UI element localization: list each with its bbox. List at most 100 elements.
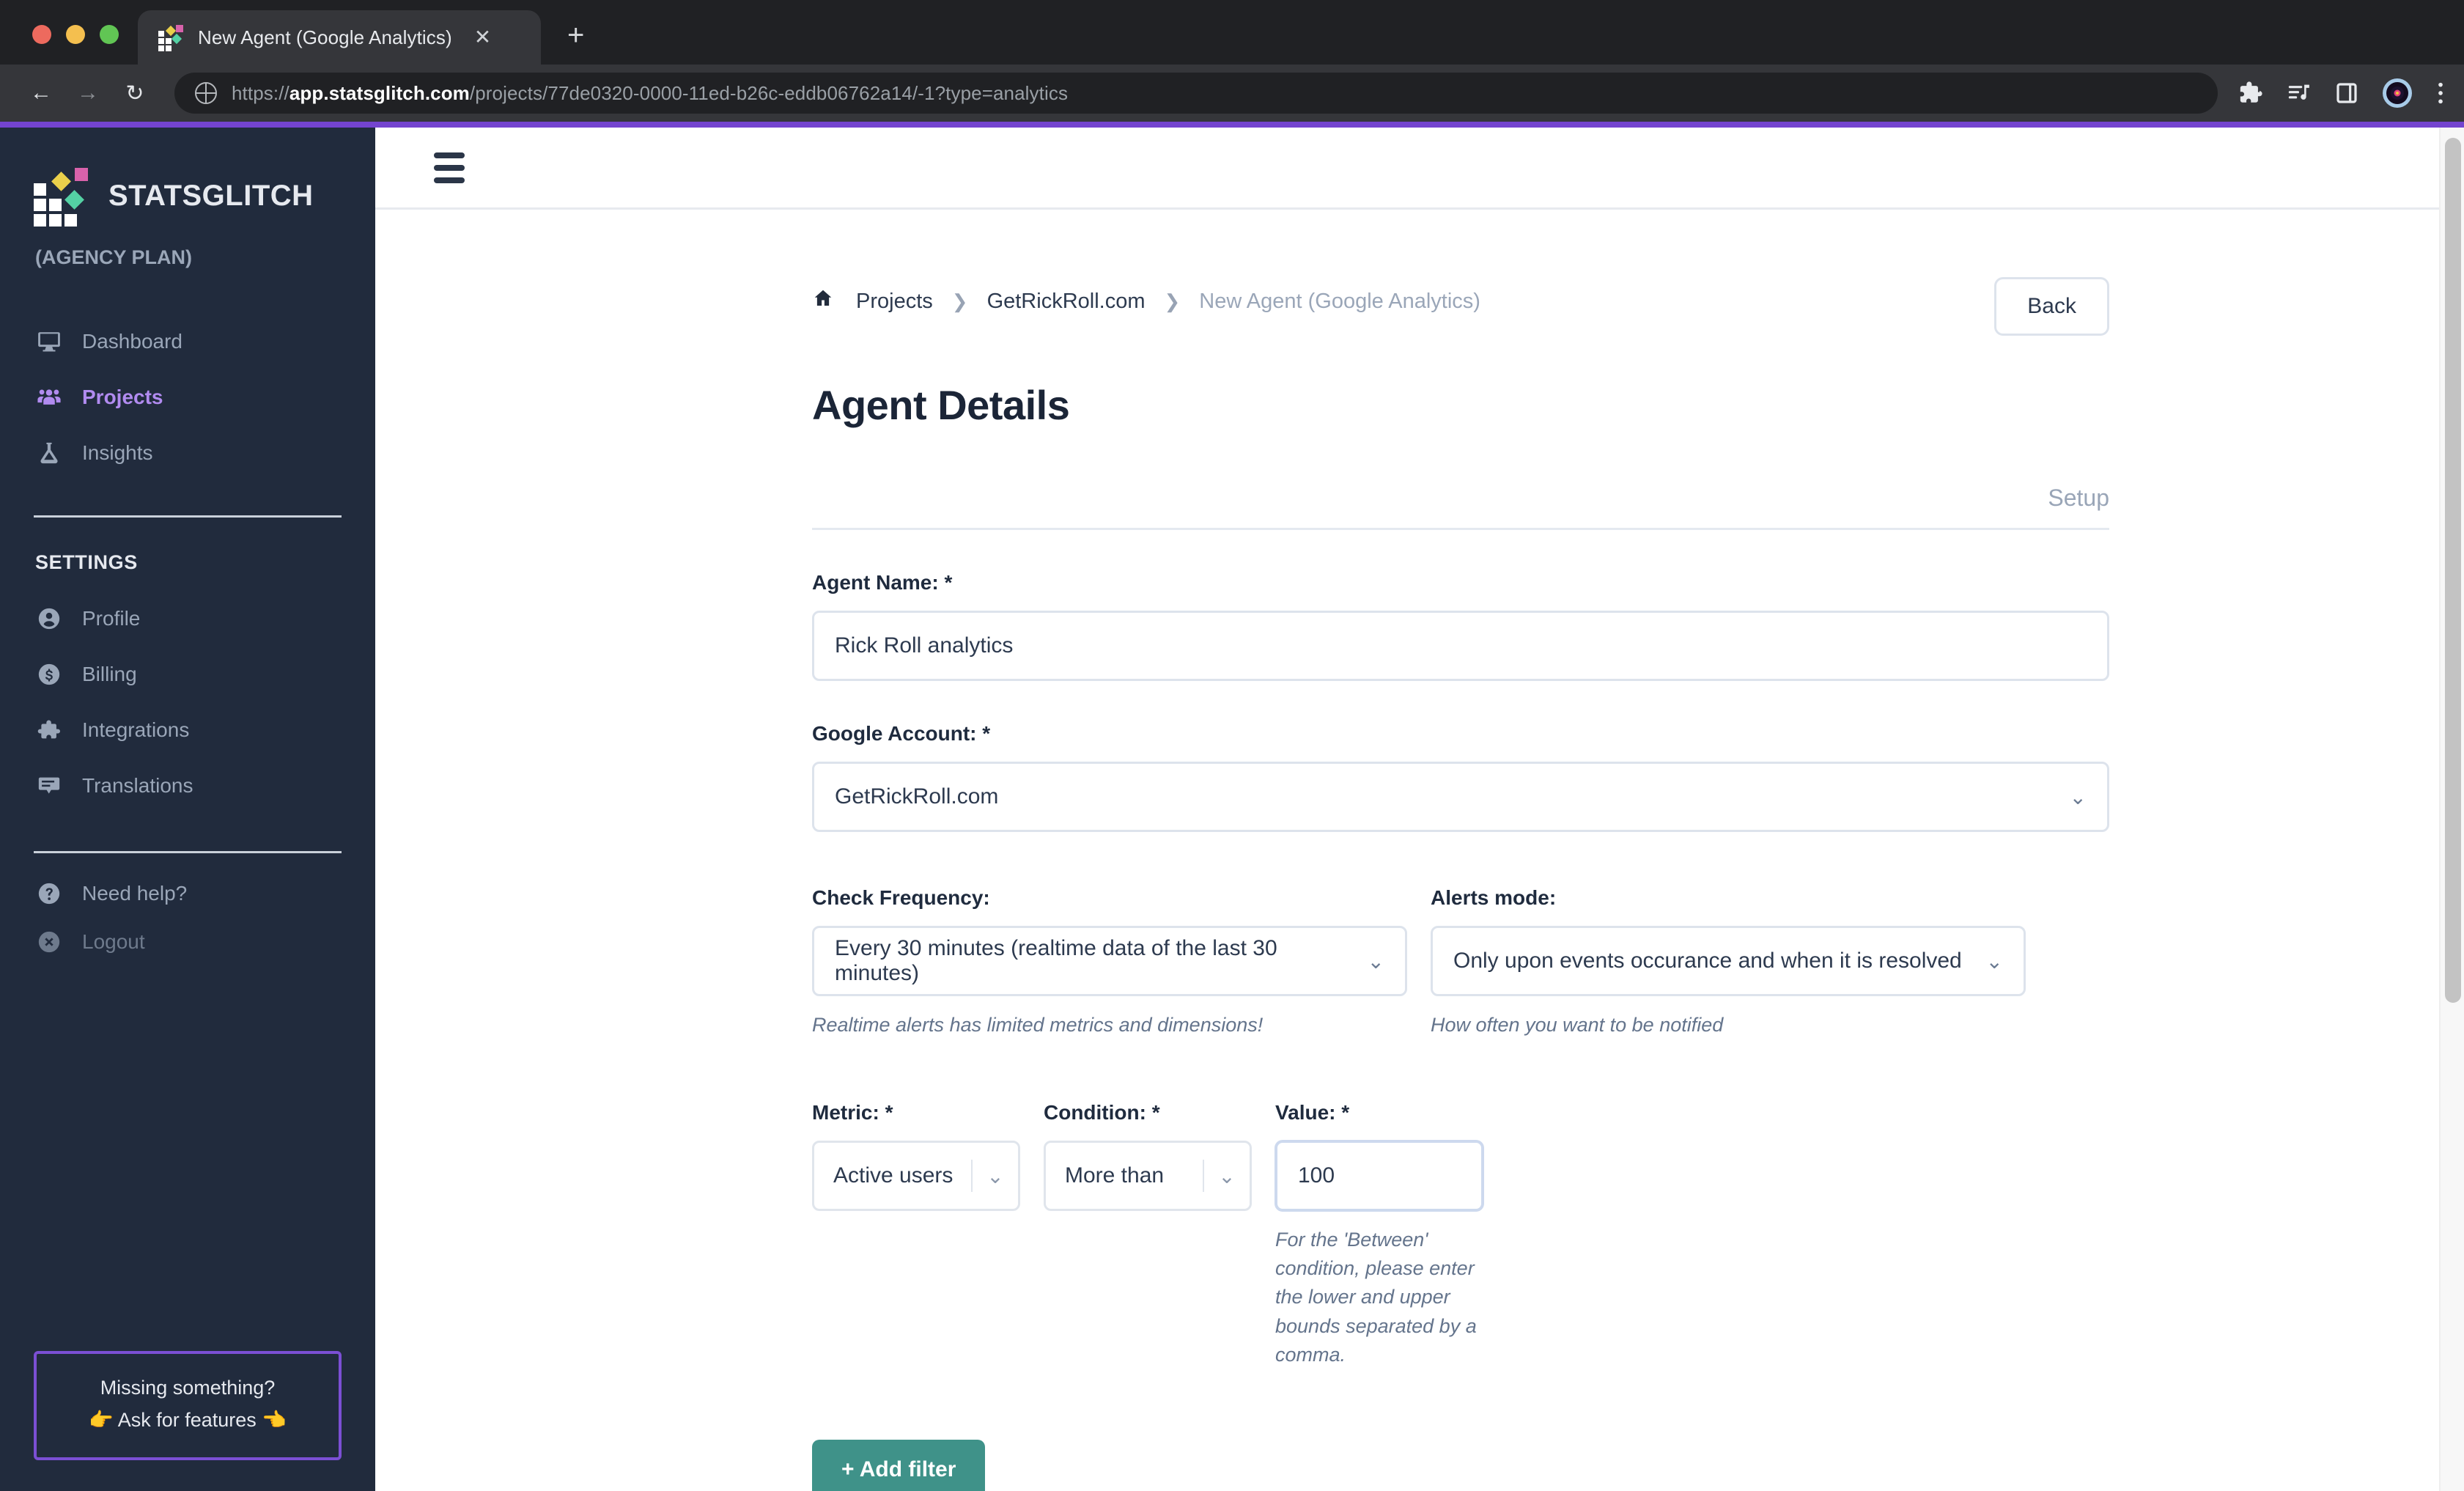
ask-for-features-promo[interactable]: Missing something? 👉 Ask for features 👈 — [34, 1350, 342, 1460]
google-account-value: GetRickRoll.com — [835, 784, 999, 809]
sidebar-item-label: Translations — [82, 774, 193, 797]
agent-name-input[interactable]: Rick Roll analytics — [812, 611, 2109, 681]
user-circle-icon — [35, 605, 63, 633]
chrome-menu-icon[interactable] — [2436, 81, 2445, 106]
breadcrumb-item-getrickroll[interactable]: GetRickRoll.com — [987, 290, 1146, 314]
page-scrollbar-thumb[interactable] — [2445, 138, 2461, 1003]
url-text: https://app.statsglitch.com/projects/77d… — [232, 81, 1069, 104]
sidebar-divider-bottom — [34, 851, 342, 853]
promo-line-1: Missing something? — [100, 1376, 276, 1399]
metric-field: Metric: * Active users ⌄ — [812, 1101, 1020, 1212]
chevron-down-icon: ⌄ — [1218, 1164, 1236, 1188]
metric-value: Active users — [833, 1163, 953, 1188]
sidebar-divider-top — [34, 515, 342, 518]
breadcrumb: Projects ❯ GetRickRoll.com ❯ New Agent (… — [812, 277, 1480, 315]
content-area: Projects ❯ GetRickRoll.com ❯ New Agent (… — [375, 210, 2464, 1491]
profile-avatar-icon[interactable] — [2382, 78, 2413, 108]
sidebar-item-label: Billing — [82, 663, 137, 685]
dollar-circle-icon — [35, 660, 63, 688]
setup-tabs: Setup — [812, 485, 2109, 530]
breadcrumb-item-current: New Agent (Google Analytics) — [1199, 289, 1480, 313]
sidebar-item-dashboard[interactable]: Dashboard — [34, 317, 342, 366]
x-circle-icon — [35, 928, 63, 956]
puzzle-piece-icon — [35, 716, 63, 744]
media-playlist-icon[interactable] — [2287, 81, 2312, 106]
sidebar-item-profile[interactable]: Profile — [34, 594, 342, 643]
chevron-right-icon: ❯ — [951, 290, 968, 312]
sidebar-item-logout[interactable]: Logout — [34, 918, 342, 966]
toolbar-icons — [2231, 78, 2445, 108]
value-input[interactable]: 100 — [1275, 1141, 1483, 1212]
sidebar-item-integrations[interactable]: Integrations — [34, 706, 342, 754]
agent-name-field: Agent Name: * Rick Roll analytics — [812, 571, 2109, 681]
chevron-down-icon: ⌄ — [1367, 949, 1384, 973]
chat-bubble-icon — [35, 772, 63, 800]
statsglitch-favicon-icon — [158, 25, 183, 51]
footer-nav: Need help? Logout — [34, 869, 342, 966]
page-viewport: STATSGLITCH (AGENCY PLAN) Dashboard Proj… — [0, 128, 2464, 1491]
breadcrumb-row: Projects ❯ GetRickRoll.com ❯ New Agent (… — [812, 277, 2109, 336]
sidebar-item-billing[interactable]: Billing — [34, 650, 342, 699]
metric-label: Metric: * — [812, 1101, 893, 1124]
plan-label: (AGENCY PLAN) — [35, 246, 193, 268]
home-icon[interactable] — [812, 287, 834, 315]
side-panel-icon[interactable] — [2335, 81, 2358, 105]
back-nav-icon[interactable]: ← — [18, 70, 64, 117]
forward-nav-icon[interactable]: → — [64, 70, 111, 117]
globe-icon — [195, 82, 217, 104]
brand-accent-rule — [0, 122, 2464, 128]
sidebar: STATSGLITCH (AGENCY PLAN) Dashboard Proj… — [0, 128, 375, 1491]
sidebar-item-label: Dashboard — [82, 330, 182, 353]
condition-value: More than — [1065, 1163, 1165, 1188]
tab-strip: New Agent (Google Analytics) ✕ + — [0, 0, 2464, 65]
close-tab-button[interactable]: ✕ — [474, 27, 491, 48]
agent-name-label: Agent Name: * — [812, 571, 953, 594]
alerts-mode-select[interactable]: Only upon events occurance and when it i… — [1431, 926, 2026, 996]
question-circle-icon — [35, 880, 63, 908]
brand-logo[interactable]: STATSGLITCH — [34, 167, 342, 227]
breadcrumb-item-projects[interactable]: Projects — [856, 290, 933, 314]
content-topbar — [375, 128, 2464, 210]
condition-select[interactable]: More than ⌄ — [1044, 1141, 1252, 1212]
value-field: Value: * 100 For the 'Between' condition… — [1275, 1101, 1483, 1369]
frequency-alerts-row: Check Frequency: Every 30 minutes (realt… — [812, 886, 2109, 1039]
check-frequency-value: Every 30 minutes (realtime data of the l… — [835, 936, 1277, 985]
sidebar-item-insights[interactable]: Insights — [34, 429, 342, 477]
back-button[interactable]: Back — [1994, 277, 2109, 336]
page-scrollbar-track[interactable] — [2439, 128, 2464, 1491]
new-tab-button[interactable]: + — [567, 21, 584, 50]
minimize-window-button[interactable] — [66, 25, 85, 44]
address-bar[interactable]: https://app.statsglitch.com/projects/77d… — [174, 73, 2218, 114]
sidebar-item-label: Integrations — [82, 718, 190, 741]
check-frequency-select[interactable]: Every 30 minutes (realtime data of the l… — [812, 926, 1407, 996]
metric-select[interactable]: Active users ⌄ — [812, 1141, 1020, 1212]
sidebar-item-need-help[interactable]: Need help? — [34, 869, 342, 918]
reload-icon[interactable]: ↻ — [111, 70, 158, 117]
primary-nav: Dashboard Projects Insights — [34, 317, 342, 477]
google-account-label: Google Account: * — [812, 722, 991, 745]
hamburger-menu-icon[interactable] — [434, 152, 465, 183]
extensions-puzzle-icon[interactable] — [2238, 81, 2263, 106]
sidebar-item-translations[interactable]: Translations — [34, 762, 342, 810]
browser-tab[interactable]: New Agent (Google Analytics) ✕ — [138, 10, 541, 65]
browser-window: New Agent (Google Analytics) ✕ + ← → ↻ h… — [0, 0, 2464, 1491]
sidebar-item-projects[interactable]: Projects — [34, 373, 342, 421]
chevron-down-icon: ⌄ — [2069, 785, 2087, 809]
tab-setup[interactable]: Setup — [2048, 485, 2109, 512]
close-window-button[interactable] — [32, 25, 51, 44]
google-account-select[interactable]: GetRickRoll.com ⌄ — [812, 762, 2109, 832]
content-inner: Projects ❯ GetRickRoll.com ❯ New Agent (… — [812, 277, 2109, 1491]
promo-line-2: 👉 Ask for features 👈 — [89, 1409, 287, 1432]
condition-label: Condition: * — [1044, 1101, 1160, 1124]
monitor-icon — [35, 328, 63, 356]
settings-section-title: SETTINGS — [35, 551, 138, 573]
tab-title: New Agent (Google Analytics) — [198, 26, 452, 48]
brand-name: STATSGLITCH — [108, 179, 314, 212]
alerts-mode-field: Alerts mode: Only upon events occurance … — [1431, 886, 2026, 1039]
chevron-down-icon: ⌄ — [986, 1164, 1004, 1188]
add-filter-button[interactable]: + Add filter — [812, 1439, 986, 1491]
sidebar-item-label: Logout — [82, 930, 145, 953]
settings-nav: Profile Billing Integrations Translation… — [34, 594, 342, 810]
maximize-window-button[interactable] — [100, 25, 119, 44]
